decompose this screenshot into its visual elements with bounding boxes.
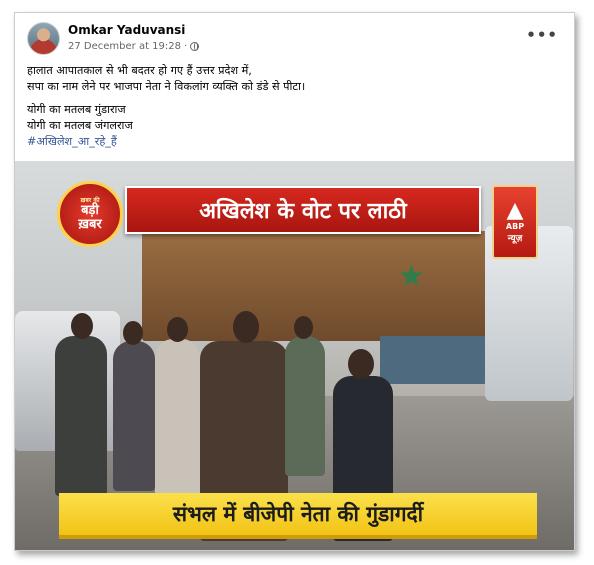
person-head [294,316,313,339]
post-text-line: योगी का मतलब गुंडाराज [27,103,126,116]
person [155,339,200,504]
hashtag-link[interactable]: #अखिलेश_आ_रहे_हैं [27,134,557,150]
author-name[interactable]: Omkar Yaduvansi [68,23,185,37]
globe-icon [190,42,200,51]
meta-separator: · [183,41,188,52]
post-card: Omkar Yaduvansi 27 December at 19:28 · •… [14,12,575,551]
post-text: हालात आपातकाल से भी बदतर हो गए हैं उत्तर… [27,63,557,150]
person-head [71,313,93,339]
person [285,336,325,476]
channel-logo: ▲ ABP न्यूज़ [492,185,538,259]
post-text-line: हालात आपातकाल से भी बदतर हो गए हैं उत्तर… [27,64,252,77]
truck [142,231,542,341]
post-header: Omkar Yaduvansi 27 December at 19:28 · •… [15,13,574,59]
more-options-icon[interactable]: ••• [526,26,558,44]
channel-logo-text: ABP [505,222,525,231]
badge-text-line1: बड़ी [81,203,99,218]
person [113,341,155,491]
post-meta: 27 December at 19:28 · [68,41,200,52]
badge-text-line2: ख़बर [78,217,102,232]
avatar[interactable] [27,22,60,55]
post-text-line: योगी का मतलब जंगलराज [27,119,133,132]
breaking-news-badge: ख़बर की बड़ी ख़बर [57,181,123,247]
post-text-line: सपा का नाम लेने पर भाजपा नेता ने विकलांग… [27,80,306,93]
channel-logo-subtext: न्यूज़ [507,234,523,244]
person-head [167,317,188,342]
person-head [233,311,259,343]
star-decoration: ★ [398,259,425,294]
post-timestamp[interactable]: 27 December at 19:28 [68,41,181,52]
person [55,336,107,496]
person-head [348,349,374,379]
person-head [123,321,143,345]
video-caption: संभल में बीजेपी नेता की गुंडागर्दी [59,493,537,539]
headline-banner: अखिलेश के वोट पर लाठी [125,186,481,234]
channel-logo-icon: ▲ [506,198,524,223]
video-thumbnail[interactable]: ★ अखिलेश के वोट पर लाठी ख़बर की बड़ी ख़ब… [15,161,574,550]
